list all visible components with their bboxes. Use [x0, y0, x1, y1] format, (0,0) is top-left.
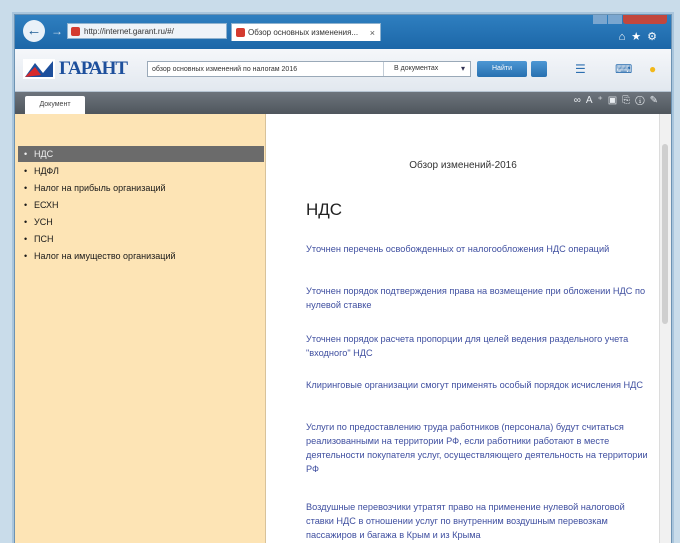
bullet-icon: •	[24, 200, 28, 210]
doc-link[interactable]: Услуги по предоставлению труда работнико…	[306, 420, 648, 476]
search-value: обзор основных изменений по налогам 2016	[152, 66, 298, 73]
font-size-icon[interactable]: A⁺	[586, 95, 608, 106]
home-icon[interactable]: ⌂	[619, 31, 632, 43]
sidebar-item-property-tax[interactable]: • Налог на имущество организаций	[18, 248, 264, 264]
address-bar[interactable]: http://internet.garant.ru/#/	[67, 23, 227, 39]
bullet-icon: •	[24, 251, 28, 261]
tab-title: Обзор основных изменения...	[248, 28, 359, 37]
save-icon[interactable]: ⎘	[622, 95, 635, 106]
section-heading: НДС	[306, 200, 343, 219]
bullet-icon: •	[24, 217, 28, 227]
document-tabbar: Документ ∞A⁺▣⎘ⓘ✎	[15, 92, 671, 114]
document-tools: ∞A⁺▣⎘ⓘ✎	[574, 95, 663, 106]
forward-icon[interactable]: →	[51, 24, 65, 38]
chevron-down-icon: ▾	[460, 64, 465, 73]
doc-link[interactable]: Уточнен порядок расчета пропорции для це…	[306, 332, 648, 360]
minimize-button[interactable]	[593, 15, 607, 24]
doc-link[interactable]: Воздушные перевозчики утратят право на п…	[306, 500, 648, 542]
address-text: http://internet.garant.ru/#/	[84, 27, 174, 36]
sidebar-item-label: Налог на имущество организаций	[34, 251, 176, 261]
garant-logo-mark-icon	[23, 59, 55, 79]
search-scope-value: В документах	[394, 65, 439, 72]
contents-sidebar: • НДС • НДФЛ • Налог на прибыль организа…	[15, 114, 266, 543]
logo-text: ГАРАНТ	[59, 58, 128, 79]
document-list-icon[interactable]: ☰	[575, 62, 586, 76]
tab-document[interactable]: Документ	[25, 96, 85, 114]
find-button[interactable]: Найти	[477, 61, 527, 77]
bullet-icon: •	[24, 234, 28, 244]
sidebar-item-label: Налог на прибыль организаций	[34, 183, 166, 193]
browser-window: ← → http://internet.garant.ru/#/ Обзор о…	[14, 14, 672, 543]
settings-gear-icon[interactable]: ⚙	[647, 31, 663, 43]
tab-close-icon[interactable]: ×	[370, 24, 375, 41]
bullet-icon: •	[24, 149, 28, 159]
link-icon[interactable]: ∞	[574, 95, 586, 106]
print-icon[interactable]: ▣	[608, 95, 622, 106]
sidebar-item-label: ПСН	[34, 234, 54, 244]
sidebar-item-psn[interactable]: • ПСН	[18, 231, 264, 247]
browser-toolbar-icons: ⌂★⚙	[619, 30, 663, 43]
browser-tab-active[interactable]: Обзор основных изменения... ×	[231, 23, 381, 41]
back-button[interactable]: ←	[23, 20, 45, 42]
doc-link[interactable]: Уточнен перечень освобожденных от налого…	[306, 242, 648, 256]
vertical-scrollbar[interactable]	[659, 114, 671, 543]
site-favicon-icon	[71, 27, 80, 36]
lightbulb-icon[interactable]: ●	[649, 62, 656, 76]
keyboard-icon[interactable]: ⌨	[615, 62, 632, 76]
bullet-icon: •	[24, 166, 28, 176]
sidebar-item-label: НДС	[34, 149, 54, 159]
maximize-button[interactable]	[608, 15, 622, 24]
sidebar-item-label: ЕСХН	[34, 200, 59, 210]
doc-link[interactable]: Уточнен порядок подтверждения права на в…	[306, 284, 648, 312]
scrollbar-thumb[interactable]	[662, 144, 668, 324]
doc-link[interactable]: Клиринговые организации смогут применять…	[306, 378, 648, 392]
browser-titlebar: ← → http://internet.garant.ru/#/ Обзор о…	[15, 15, 671, 49]
tab-favicon-icon	[236, 28, 245, 37]
bullet-icon: •	[24, 183, 28, 193]
sidebar-item-usn[interactable]: • УСН	[18, 214, 264, 230]
app-toolbar: ГАРАНТ обзор основных изменений по налог…	[15, 49, 671, 92]
search-scope-select[interactable]: В документах ▾	[383, 62, 469, 76]
sidebar-item-label: УСН	[34, 217, 53, 227]
sidebar-item-ndfl[interactable]: • НДФЛ	[18, 163, 264, 179]
document-content: Обзор изменений-2016 НДС Уточнен перечен…	[266, 114, 660, 543]
edit-icon[interactable]: ✎	[650, 95, 663, 106]
window-controls	[593, 15, 667, 24]
sidebar-item-label: НДФЛ	[34, 166, 59, 176]
info-icon[interactable]: ⓘ	[635, 95, 649, 106]
sidebar-item-profit-tax[interactable]: • Налог на прибыль организаций	[18, 180, 264, 196]
document-title: Обзор изменений-2016	[409, 160, 517, 171]
search-options-button[interactable]	[531, 61, 547, 77]
sidebar-item-eskhn[interactable]: • ЕСХН	[18, 197, 264, 213]
favorites-star-icon[interactable]: ★	[631, 31, 647, 43]
garant-logo[interactable]: ГАРАНТ	[23, 57, 133, 81]
sidebar-item-nds[interactable]: • НДС	[18, 146, 264, 162]
